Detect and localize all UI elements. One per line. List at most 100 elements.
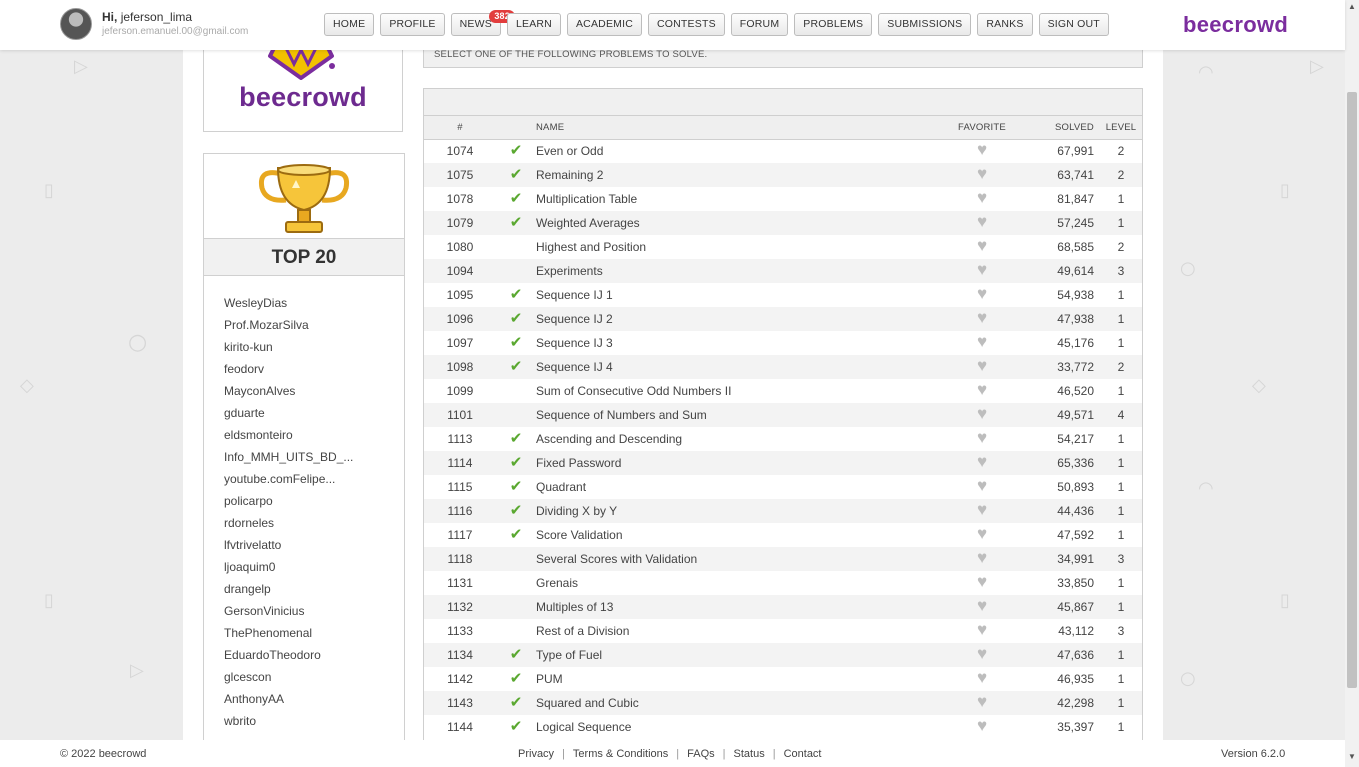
problem-name-link[interactable]: Sum of Consecutive Odd Numbers II	[536, 379, 932, 403]
problem-id[interactable]: 1080	[424, 235, 496, 259]
table-row[interactable]: 1118 Several Scores with Validation ♥ 34,99…	[424, 547, 1142, 571]
top20-user[interactable]: feodorv	[224, 360, 353, 382]
brand-logo[interactable]: beecrowd	[1183, 12, 1288, 38]
table-row[interactable]: 1134 ✔ Type of Fuel ♥ 47,636 1	[424, 643, 1142, 667]
heart-icon[interactable]: ♥	[977, 405, 987, 422]
problem-name-link[interactable]: Fixed Password	[536, 451, 932, 475]
nav-academic[interactable]: ACADEMIC	[566, 13, 642, 36]
top20-user[interactable]: WesleyDias	[224, 294, 353, 316]
problem-name-link[interactable]: Sequence of Numbers and Sum	[536, 403, 932, 427]
username[interactable]: jeferson_lima	[121, 10, 192, 24]
top20-user[interactable]: Info_MMH_UITS_BD_...	[224, 448, 353, 470]
problem-name-link[interactable]: Quadrant	[536, 475, 932, 499]
problem-name-link[interactable]: Logical Sequence	[536, 715, 932, 739]
heart-icon[interactable]: ♥	[977, 453, 987, 470]
heart-icon[interactable]: ♥	[977, 357, 987, 374]
problem-id[interactable]: 1094	[424, 259, 496, 283]
heart-icon[interactable]: ♥	[977, 165, 987, 182]
problem-id[interactable]: 1099	[424, 379, 496, 403]
heart-icon[interactable]: ♥	[977, 285, 987, 302]
nav-problems[interactable]: PROBLEMS	[794, 13, 873, 36]
nav-ranks[interactable]: RANKS	[977, 13, 1033, 36]
scroll-thumb[interactable]	[1347, 92, 1357, 688]
table-row[interactable]: 1099 Sum of Consecutive Odd Numbers II ♥ 46…	[424, 379, 1142, 403]
problem-name-link[interactable]: Sequence IJ 1	[536, 283, 932, 307]
heart-icon[interactable]: ♥	[977, 693, 987, 710]
problem-name-link[interactable]: Dividing X by Y	[536, 499, 932, 523]
top20-user[interactable]: eldsmonteiro	[224, 426, 353, 448]
heart-icon[interactable]: ♥	[977, 669, 987, 686]
heart-icon[interactable]: ♥	[977, 525, 987, 542]
nav-contests[interactable]: CONTESTS	[648, 13, 725, 36]
nav-learn[interactable]: LEARN	[506, 13, 561, 36]
top20-user[interactable]: wbrito	[224, 712, 353, 734]
top20-user[interactable]: rdorneles	[224, 514, 353, 536]
table-row[interactable]: 1079 ✔ Weighted Averages ♥ 57,245 1	[424, 211, 1142, 235]
problem-name-link[interactable]: Several Scores with Validation	[536, 547, 932, 571]
heart-icon[interactable]: ♥	[977, 261, 987, 278]
heart-icon[interactable]: ♥	[977, 645, 987, 662]
problem-id[interactable]: 1079	[424, 211, 496, 235]
footer-link-contact[interactable]: Contact	[784, 748, 822, 760]
heart-icon[interactable]: ♥	[977, 477, 987, 494]
problem-id[interactable]: 1144	[424, 715, 496, 739]
problem-id[interactable]: 1133	[424, 619, 496, 643]
heart-icon[interactable]: ♥	[977, 549, 987, 566]
heart-icon[interactable]: ♥	[977, 237, 987, 254]
nav-sign-out[interactable]: SIGN OUT	[1038, 13, 1109, 36]
top20-user[interactable]: GersonVinicius	[224, 602, 353, 624]
top20-user[interactable]: lfvtrivelatto	[224, 536, 353, 558]
problem-id[interactable]: 1113	[424, 427, 496, 451]
problem-id[interactable]: 1131	[424, 571, 496, 595]
heart-icon[interactable]: ♥	[977, 141, 987, 158]
nav-profile[interactable]: PROFILE	[380, 13, 445, 36]
problem-id[interactable]: 1095	[424, 283, 496, 307]
footer-link-faqs[interactable]: FAQs	[687, 748, 715, 760]
problem-name-link[interactable]: Weighted Averages	[536, 211, 932, 235]
scroll-up-icon[interactable]: ▲	[1348, 2, 1356, 11]
avatar[interactable]	[60, 8, 92, 40]
table-row[interactable]: 1080 Highest and Position ♥ 68,585 2	[424, 235, 1142, 259]
problem-name-link[interactable]: Sequence IJ 4	[536, 355, 932, 379]
footer-link-terms[interactable]: Terms & Conditions	[573, 748, 668, 760]
heart-icon[interactable]: ♥	[977, 429, 987, 446]
problem-name-link[interactable]: Even or Odd	[536, 139, 932, 163]
heart-icon[interactable]: ♥	[977, 573, 987, 590]
problem-name-link[interactable]: Type of Fuel	[536, 643, 932, 667]
problem-id[interactable]: 1116	[424, 499, 496, 523]
table-row[interactable]: 1078 ✔ Multiplication Table ♥ 81,847 1	[424, 187, 1142, 211]
table-row[interactable]: 1096 ✔ Sequence IJ 2 ♥ 47,938 1	[424, 307, 1142, 331]
table-row[interactable]: 1101 Sequence of Numbers and Sum ♥ 49,571 4	[424, 403, 1142, 427]
problem-name-link[interactable]: Squared and Cubic	[536, 691, 932, 715]
problem-name-link[interactable]: Highest and Position	[536, 235, 932, 259]
table-row[interactable]: 1095 ✔ Sequence IJ 1 ♥ 54,938 1	[424, 283, 1142, 307]
table-row[interactable]: 1115 ✔ Quadrant ♥ 50,893 1	[424, 475, 1142, 499]
problem-id[interactable]: 1075	[424, 163, 496, 187]
top20-user[interactable]: ThePhenomenal	[224, 624, 353, 646]
table-row[interactable]: 1117 ✔ Score Validation ♥ 47,592 1	[424, 523, 1142, 547]
top20-user[interactable]: EduardoTheodoro	[224, 646, 353, 668]
top20-user[interactable]: MayconAlves	[224, 382, 353, 404]
heart-icon[interactable]: ♥	[977, 189, 987, 206]
problem-id[interactable]: 1098	[424, 355, 496, 379]
heart-icon[interactable]: ♥	[977, 381, 987, 398]
problem-name-link[interactable]: Grenais	[536, 571, 932, 595]
problem-id[interactable]: 1078	[424, 187, 496, 211]
header-favorite[interactable]: FAVORITE	[932, 116, 1032, 140]
table-row[interactable]: 1114 ✔ Fixed Password ♥ 65,336 1	[424, 451, 1142, 475]
page-scrollbar[interactable]: ▲ ▼	[1345, 0, 1359, 767]
table-row[interactable]: 1144 ✔ Logical Sequence ♥ 35,397 1	[424, 715, 1142, 739]
problem-name-link[interactable]: Sequence IJ 2	[536, 307, 932, 331]
problem-id[interactable]: 1101	[424, 403, 496, 427]
problem-name-link[interactable]: PUM	[536, 667, 932, 691]
table-row[interactable]: 1142 ✔ PUM ♥ 46,935 1	[424, 667, 1142, 691]
problem-name-link[interactable]: Multiplication Table	[536, 187, 932, 211]
header-name[interactable]: NAME	[536, 116, 932, 140]
problem-id[interactable]: 1114	[424, 451, 496, 475]
top20-user[interactable]: policarpo	[224, 492, 353, 514]
problem-name-link[interactable]: Experiments	[536, 259, 932, 283]
table-row[interactable]: 1094 Experiments ♥ 49,614 3	[424, 259, 1142, 283]
problem-name-link[interactable]: Multiples of 13	[536, 595, 932, 619]
nav-home[interactable]: HOME	[324, 13, 375, 36]
nav-news[interactable]: NEWS 382	[450, 10, 515, 36]
